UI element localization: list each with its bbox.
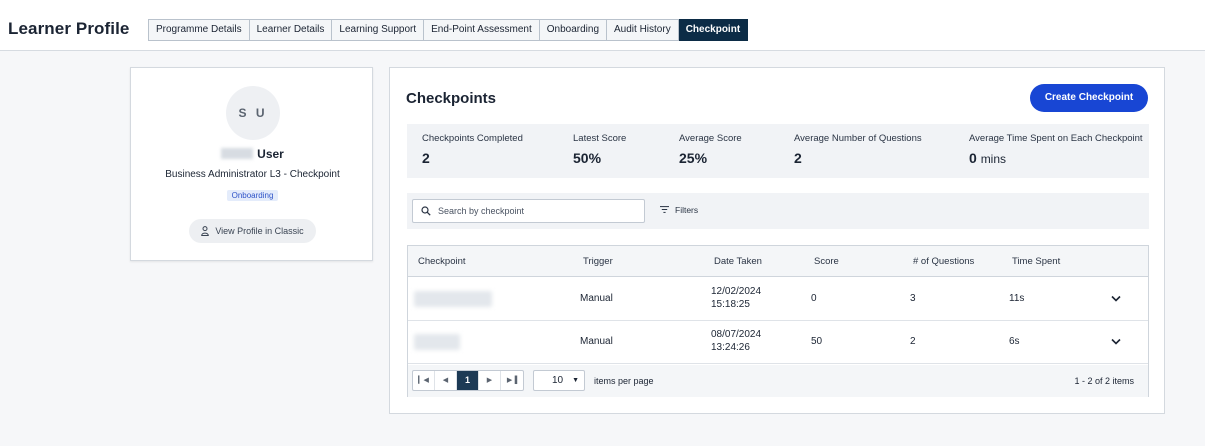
stat-value: 0 mins xyxy=(969,150,1143,166)
column-header-questions[interactable]: # of Questions xyxy=(913,256,974,267)
stat-checkpoints-completed: Checkpoints Completed 2 xyxy=(422,133,523,166)
search-input[interactable] xyxy=(438,202,638,220)
stat-label: Checkpoints Completed xyxy=(422,133,523,144)
column-header-trigger[interactable]: Trigger xyxy=(583,256,613,267)
table-header: Checkpoint Trigger Date Taken Score # of… xyxy=(408,246,1148,277)
filter-bar: Filters xyxy=(407,193,1149,229)
search-icon xyxy=(421,206,431,216)
user-name: User xyxy=(131,147,374,161)
column-header-date-taken[interactable]: Date Taken xyxy=(714,256,762,267)
stat-value: 2 xyxy=(794,150,802,166)
column-header-time-spent[interactable]: Time Spent xyxy=(1012,256,1060,267)
redacted-first-name xyxy=(221,148,254,159)
profile-card: S U User Business Administrator L3 - Che… xyxy=(130,67,373,261)
previous-page-button[interactable]: ◀ xyxy=(435,371,457,390)
user-last-name: User xyxy=(257,147,284,161)
filter-icon xyxy=(660,206,669,213)
stat-value: 25% xyxy=(679,150,708,166)
stat-latest-score: Latest Score 50% xyxy=(573,133,626,166)
page-title: Learner Profile xyxy=(8,19,130,38)
column-header-checkpoint[interactable]: Checkpoint xyxy=(418,256,466,267)
checkpoints-title: Checkpoints xyxy=(406,90,497,107)
pagination-bar: ▎◀ ◀ 1 ▶ ▶▐ 10 ▼ items per page 1 - 2 of… xyxy=(408,365,1148,397)
cell-score: 0 xyxy=(811,293,817,304)
stat-value: 2 xyxy=(422,150,430,166)
redacted-checkpoint-name xyxy=(414,334,460,350)
create-checkpoint-button[interactable]: Create Checkpoint xyxy=(1030,84,1148,112)
items-per-page-label: items per page xyxy=(594,376,654,386)
tab-learning-support[interactable]: Learning Support xyxy=(332,19,425,41)
next-page-button[interactable]: ▶ xyxy=(479,371,501,390)
stats-panel: Checkpoints Completed 2 Latest Score 50%… xyxy=(407,124,1149,178)
tab-audit-history[interactable]: Audit History xyxy=(607,19,679,41)
chevron-down-icon[interactable] xyxy=(1111,295,1121,302)
person-icon xyxy=(201,226,210,236)
stat-value: 50% xyxy=(573,150,602,166)
stat-average-time: Average Time Spent on Each Checkpoint 0 … xyxy=(969,133,1143,166)
avatar: S U xyxy=(226,86,280,140)
cell-questions: 3 xyxy=(910,293,916,304)
cell-time: 13:24:26 xyxy=(711,342,750,353)
last-page-button[interactable]: ▶▐ xyxy=(501,371,523,390)
cell-trigger: Manual xyxy=(580,336,613,347)
first-page-button[interactable]: ▎◀ xyxy=(413,371,435,390)
cell-trigger: Manual xyxy=(580,293,613,304)
table-row[interactable]: Manual 08/07/2024 13:24:26 50 2 6s xyxy=(408,321,1148,364)
stat-value-number: 0 xyxy=(969,150,977,166)
stat-label: Average Score xyxy=(679,133,742,144)
tab-end-point-assessment[interactable]: End-Point Assessment xyxy=(424,19,540,41)
pagination-range: 1 - 2 of 2 items xyxy=(1074,376,1134,386)
column-header-score[interactable]: Score xyxy=(814,256,839,267)
checkpoints-table: Checkpoint Trigger Date Taken Score # of… xyxy=(407,245,1149,397)
tab-programme-details[interactable]: Programme Details xyxy=(148,19,250,41)
page-number-button[interactable]: 1 xyxy=(457,371,479,390)
caret-down-icon: ▼ xyxy=(572,377,579,384)
cell-questions: 2 xyxy=(910,336,916,347)
search-box xyxy=(412,199,645,223)
tab-learner-details[interactable]: Learner Details xyxy=(249,19,333,41)
cell-time-spent: 6s xyxy=(1009,336,1020,347)
tab-bar: Programme Details Learner Details Learni… xyxy=(148,19,749,41)
view-profile-classic-label: View Profile in Classic xyxy=(215,226,304,236)
tab-onboarding[interactable]: Onboarding xyxy=(539,19,608,41)
tab-checkpoint[interactable]: Checkpoint xyxy=(678,19,749,41)
status-badge: Onboarding xyxy=(226,190,279,201)
view-profile-classic-button[interactable]: View Profile in Classic xyxy=(189,219,316,243)
cell-score: 50 xyxy=(811,336,823,347)
page-size-value: 10 xyxy=(552,375,564,386)
top-bar: Learner Profile Programme Details Learne… xyxy=(0,0,1205,51)
chevron-down-icon[interactable] xyxy=(1111,338,1121,345)
stat-average-score: Average Score 25% xyxy=(679,133,742,166)
redacted-checkpoint-name xyxy=(414,291,492,307)
stat-label: Average Number of Questions xyxy=(794,133,922,144)
programme-name: Business Administrator L3 - Checkpoint xyxy=(165,169,340,180)
filters-label: Filters xyxy=(675,205,699,215)
cell-date: 12/02/2024 xyxy=(711,286,762,297)
stat-average-questions: Average Number of Questions 2 xyxy=(794,133,922,166)
stat-value-unit: mins xyxy=(980,152,1007,166)
stat-label: Latest Score xyxy=(573,133,627,144)
filters-button[interactable]: Filters xyxy=(660,205,698,215)
page-size-select[interactable]: 10 ▼ xyxy=(533,370,585,391)
pagination-controls: ▎◀ ◀ 1 ▶ ▶▐ xyxy=(412,370,524,391)
status-badge-wrap: Onboarding xyxy=(131,187,374,201)
checkpoints-card: Checkpoints Create Checkpoint Checkpoint… xyxy=(389,67,1165,414)
table-row[interactable]: Manual 12/02/2024 15:18:25 0 3 11s xyxy=(408,278,1148,321)
cell-date: 08/07/2024 xyxy=(711,329,762,340)
cell-time-spent: 11s xyxy=(1009,293,1025,304)
cell-time: 15:18:25 xyxy=(711,299,750,310)
stat-label: Average Time Spent on Each Checkpoint xyxy=(969,133,1143,144)
